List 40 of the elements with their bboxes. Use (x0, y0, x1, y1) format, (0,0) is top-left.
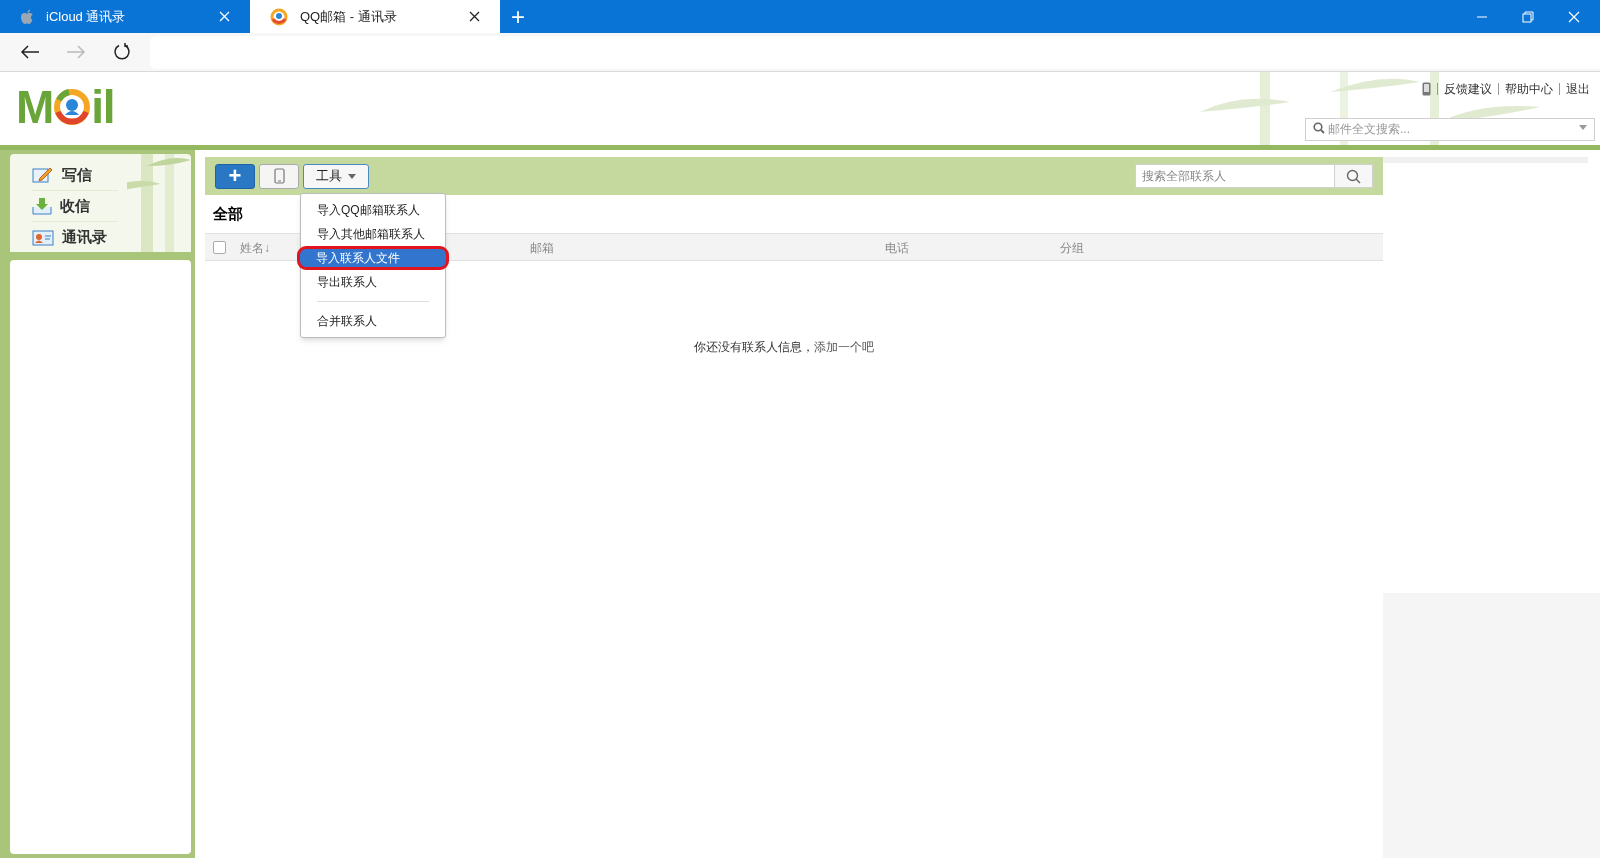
menu-item[interactable]: 合并联系人 (301, 309, 445, 333)
close-icon[interactable] (469, 11, 480, 22)
mobile-icon[interactable] (273, 168, 285, 184)
add-contact-link[interactable]: 添加一个吧 (814, 340, 874, 354)
select-all-checkbox[interactable] (213, 240, 226, 254)
empty-message: 你还没有联系人信息，添加一个吧 (694, 339, 874, 356)
logo: M il (16, 85, 115, 129)
new-tab-button[interactable]: + (500, 0, 536, 33)
search-icon (1346, 168, 1361, 184)
menu-item[interactable]: 导入联系人文件 (297, 246, 449, 270)
logo-ring-icon (53, 88, 92, 126)
sidebar-item[interactable]: 写信 (32, 160, 118, 191)
mail-search-field[interactable]: 邮件全文搜索... (1305, 117, 1595, 141)
search-button[interactable] (1335, 164, 1373, 188)
tab-title: iCloud 通讯录 (46, 7, 127, 26)
caret-icon (1579, 125, 1587, 130)
apple-icon (20, 8, 34, 25)
tab-title: QQ邮箱 - 通讯录 (300, 7, 398, 26)
header-link[interactable]: 反馈建议 (1444, 80, 1492, 98)
menu-item[interactable]: 导入其他邮箱联系人 (301, 222, 445, 246)
download-tray-icon (32, 197, 52, 215)
pencil-note-icon (32, 166, 54, 184)
sidebar-item[interactable]: 收信 (32, 191, 118, 222)
menu-item[interactable]: 导出联系人 (301, 270, 445, 294)
search-icon (1313, 122, 1325, 134)
caret-icon (348, 173, 356, 179)
mobile-icon[interactable] (1422, 82, 1431, 96)
refresh-icon[interactable] (112, 42, 132, 62)
group-title: 全部 (213, 203, 243, 224)
menu-item[interactable]: 导入QQ邮箱联系人 (301, 198, 445, 222)
contact-search-field[interactable]: 搜索全部联系人 (1135, 164, 1335, 188)
header-link[interactable]: 帮助中心 (1505, 80, 1553, 98)
browser-tab[interactable]: QQ邮箱 - 通讯录 (250, 0, 500, 33)
header-link[interactable]: 退出 (1566, 80, 1590, 98)
contact-card-icon (32, 229, 54, 246)
back-icon[interactable] (20, 44, 40, 60)
add-contact-button[interactable]: + (215, 163, 255, 189)
sidebar-item[interactable]: 通讯录 (32, 222, 118, 252)
tools-dropdown-button[interactable]: 工具 (303, 163, 369, 189)
restore-icon[interactable] (1522, 10, 1534, 23)
